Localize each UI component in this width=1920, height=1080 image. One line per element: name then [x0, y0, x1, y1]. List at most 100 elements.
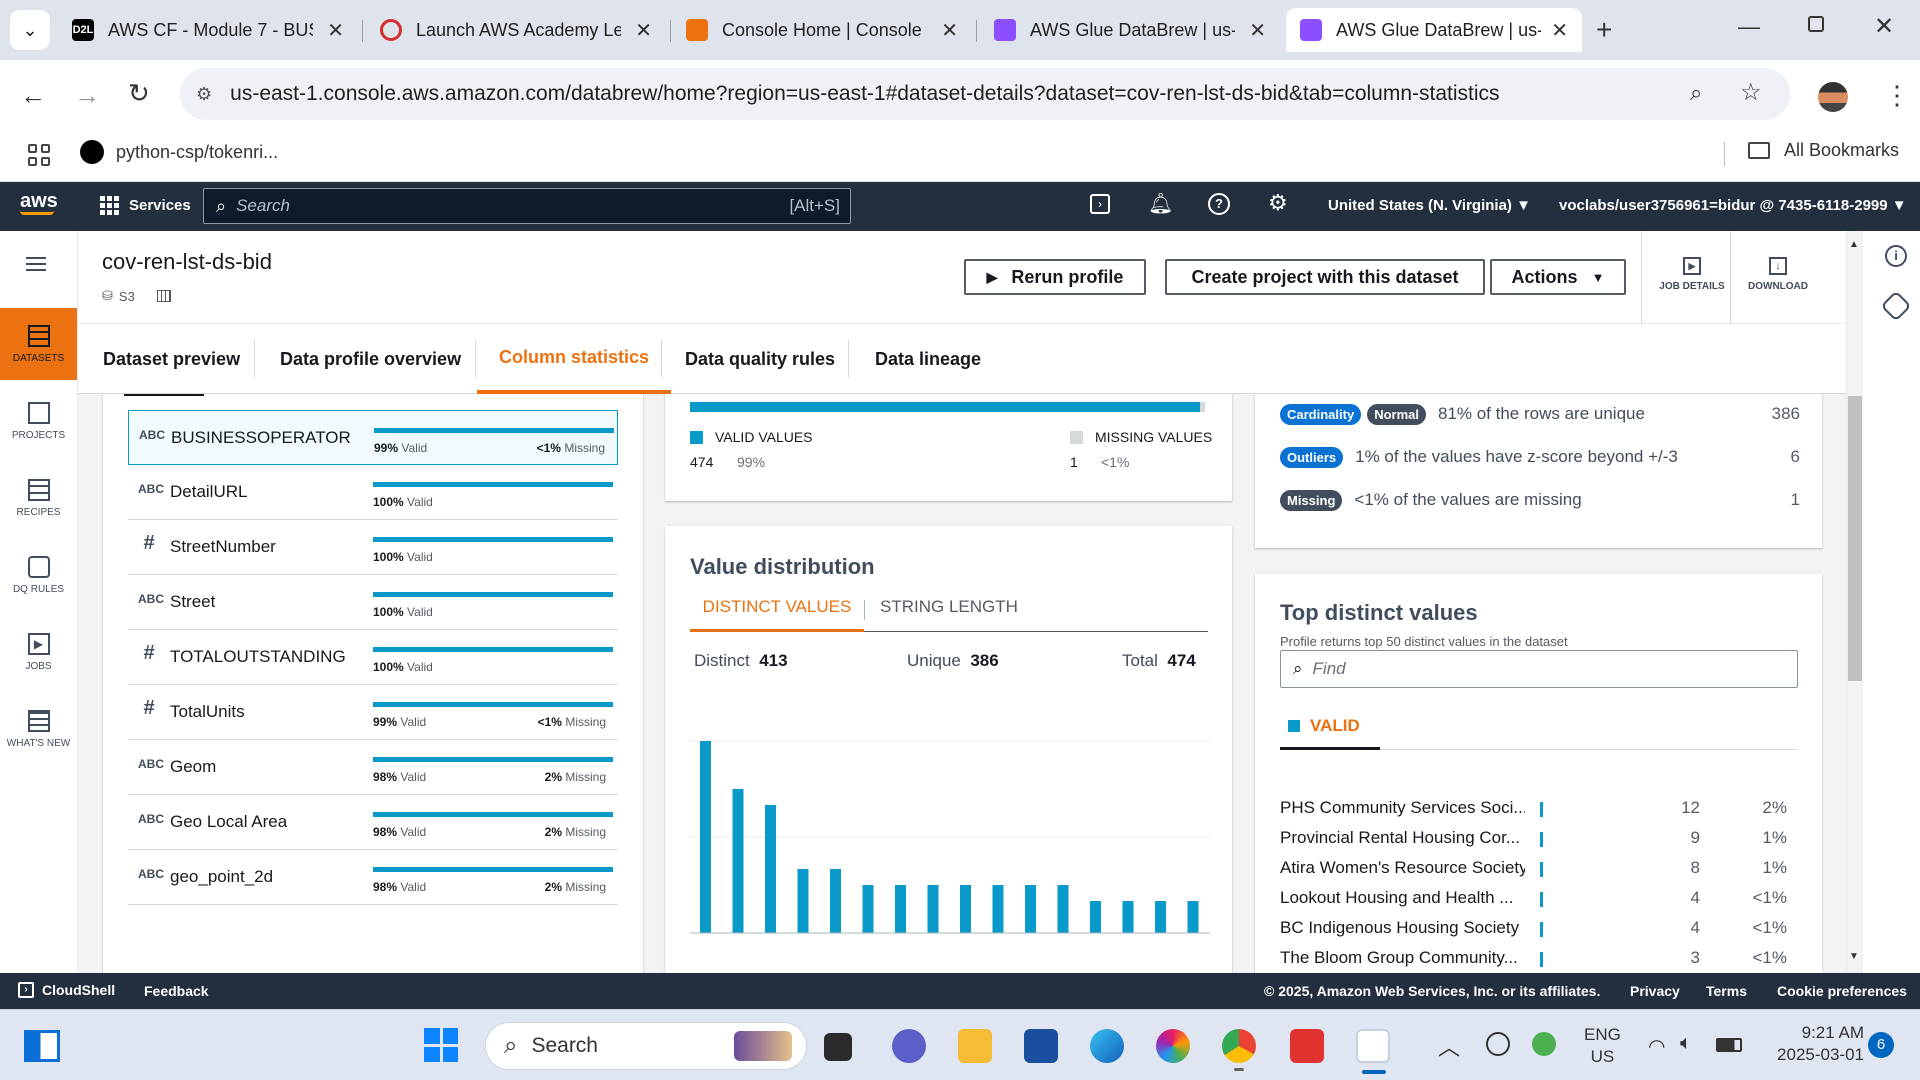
- job-details-button[interactable]: ▶ JOB DETAILS: [1652, 257, 1732, 292]
- edge-icon[interactable]: [1090, 1029, 1124, 1063]
- chart-bar[interactable]: [862, 885, 874, 933]
- tab-data-quality-rules[interactable]: Data quality rules: [685, 324, 835, 394]
- clock[interactable]: 9:21 AM 2025-03-01: [1764, 1022, 1864, 1066]
- tray-app-icon[interactable]: [1532, 1032, 1556, 1056]
- cloudshell-icon[interactable]: ›: [1090, 194, 1110, 214]
- sidebar-item-whats-new[interactable]: WHAT'S NEW: [0, 693, 77, 765]
- chart-bar[interactable]: [960, 885, 971, 933]
- restore-icon[interactable]: [1808, 16, 1824, 32]
- find-input[interactable]: ⌕ Find: [1280, 650, 1798, 688]
- back-icon[interactable]: ←: [20, 80, 46, 111]
- column-row[interactable]: ABC DetailURL 100% Valid: [128, 465, 618, 520]
- tab-d2l[interactable]: D2L AWS CF - Module 7 - BUS ✕: [58, 8, 358, 52]
- battery-icon[interactable]: [1716, 1038, 1742, 1052]
- chart-bar[interactable]: [1025, 885, 1036, 933]
- info-icon[interactable]: i: [1885, 245, 1907, 267]
- chart-bar[interactable]: [992, 885, 1004, 933]
- actions-dropdown[interactable]: Actions ▼: [1490, 259, 1626, 295]
- address-bar[interactable]: ⚙ us-east-1.console.aws.amazon.com/datab…: [180, 68, 1790, 120]
- privacy-link[interactable]: Privacy: [1630, 983, 1680, 999]
- tab-databrew-active[interactable]: AWS Glue DataBrew | us- ✕: [1286, 8, 1582, 52]
- chat-icon[interactable]: [892, 1029, 926, 1063]
- column-row[interactable]: ABC Geom 98% Valid 2% Missing: [128, 740, 618, 795]
- tab-distinct-values[interactable]: DISTINCT VALUES: [690, 592, 864, 632]
- forward-icon[interactable]: →: [74, 80, 100, 111]
- create-project-button[interactable]: Create project with this dataset: [1165, 259, 1485, 295]
- column-row[interactable]: # StreetNumber 100% Valid: [128, 520, 618, 575]
- tab-string-length[interactable]: STRING LENGTH: [880, 592, 1018, 622]
- office-icon[interactable]: [1290, 1029, 1324, 1063]
- close-icon[interactable]: ✕: [635, 18, 652, 43]
- bookmark-github[interactable]: python-csp/tokenri...: [80, 140, 278, 164]
- browser-menu-icon[interactable]: ⋮: [1884, 80, 1910, 111]
- distinct-value-row[interactable]: PHS Community Services Soci... 12 2%: [1280, 794, 1800, 824]
- new-tab-icon[interactable]: +: [1596, 14, 1612, 46]
- volume-icon[interactable]: 🔈︎: [1680, 1032, 1692, 1055]
- store-icon[interactable]: [1024, 1029, 1058, 1063]
- language-indicator[interactable]: ENG US: [1584, 1024, 1621, 1068]
- chart-bar[interactable]: [1057, 885, 1069, 933]
- sidebar-item-dq-rules[interactable]: DQ RULES: [0, 539, 77, 611]
- close-icon[interactable]: ✕: [327, 18, 344, 43]
- column-row[interactable]: # TOTALOUTSTANDING 100% Valid: [128, 630, 618, 685]
- bookmark-star-icon[interactable]: ☆: [1740, 78, 1762, 107]
- chart-bar[interactable]: [1122, 901, 1134, 933]
- widgets-icon[interactable]: [24, 1030, 60, 1062]
- chart-bar[interactable]: [732, 789, 744, 933]
- column-row[interactable]: ABC Geo Local Area 98% Valid 2% Missing: [128, 795, 618, 850]
- distinct-value-row[interactable]: Lookout Housing and Health ... 4 <1%: [1280, 884, 1800, 914]
- chart-bar[interactable]: [1155, 901, 1166, 933]
- sidebar-item-datasets[interactable]: DATASETS: [0, 308, 77, 380]
- taskbar-search[interactable]: ⌕ Search: [485, 1022, 807, 1070]
- tab-academy[interactable]: Launch AWS Academy Le ✕: [366, 8, 666, 52]
- hamburger-menu-icon[interactable]: [26, 257, 46, 271]
- region-selector[interactable]: United States (N. Virginia) ▼: [1328, 197, 1531, 214]
- chart-bar[interactable]: [797, 869, 809, 933]
- cookie-preferences-link[interactable]: Cookie preferences: [1777, 983, 1907, 999]
- column-row[interactable]: ABC Street 100% Valid: [128, 575, 618, 630]
- photos-icon[interactable]: [1156, 1029, 1190, 1063]
- tab-column-statistics[interactable]: Column statistics: [477, 324, 672, 394]
- tab-data-profile-overview[interactable]: Data profile overview: [280, 324, 461, 394]
- download-button[interactable]: ↓ DOWNLOAD: [1742, 257, 1814, 292]
- tab-databrew-1[interactable]: AWS Glue DataBrew | us- ✕: [980, 8, 1280, 52]
- close-window-icon[interactable]: ✕: [1874, 12, 1894, 41]
- account-menu[interactable]: voclabs/user3756961=bidur @ 7435-6118-29…: [1559, 197, 1907, 214]
- tab-data-lineage[interactable]: Data lineage: [875, 324, 981, 394]
- windows-start-icon[interactable]: [424, 1028, 458, 1062]
- distinct-value-row[interactable]: Atira Women's Resource Society 8 1%: [1280, 854, 1800, 884]
- close-icon[interactable]: ✕: [941, 18, 958, 43]
- snipping-tool-icon[interactable]: [1356, 1029, 1390, 1063]
- close-icon[interactable]: ✕: [1249, 18, 1266, 43]
- tab-dataset-preview[interactable]: Dataset preview: [103, 324, 240, 394]
- zoom-icon[interactable]: ⌕: [1690, 80, 1702, 106]
- wifi-icon[interactable]: ◠: [1648, 1034, 1665, 1059]
- sync-icon[interactable]: [1486, 1032, 1510, 1056]
- sidebar-item-projects[interactable]: PROJECTS: [0, 385, 77, 457]
- reload-icon[interactable]: ↻: [128, 78, 150, 109]
- minimize-icon[interactable]: —: [1738, 14, 1760, 40]
- feedback-shape-icon[interactable]: [1880, 290, 1912, 322]
- site-info-icon[interactable]: ⚙: [196, 84, 212, 105]
- file-explorer-icon[interactable]: [958, 1029, 992, 1063]
- all-bookmarks[interactable]: All Bookmarks: [1748, 140, 1899, 161]
- chart-bar[interactable]: [700, 741, 711, 933]
- chart-bar[interactable]: [830, 869, 841, 933]
- sidebar-item-jobs[interactable]: ▶ JOBS: [0, 616, 77, 688]
- feedback-link[interactable]: Feedback: [144, 983, 209, 999]
- distinct-value-row[interactable]: Provincial Rental Housing Cor... 9 1%: [1280, 824, 1800, 854]
- aws-search-input[interactable]: ⌕ Search [Alt+S]: [203, 188, 851, 224]
- page-scrollbar[interactable]: ▲ ▼: [1847, 231, 1863, 973]
- chart-bar[interactable]: [1090, 901, 1101, 933]
- sidebar-item-recipes[interactable]: RECIPES: [0, 462, 77, 534]
- column-row[interactable]: ABC geo_point_2d 98% Valid 2% Missing: [128, 850, 618, 905]
- tab-search-button[interactable]: ⌄: [10, 10, 50, 50]
- apps-icon[interactable]: [28, 144, 50, 166]
- notification-badge[interactable]: 6: [1868, 1032, 1894, 1058]
- chart-bar[interactable]: [895, 885, 906, 933]
- close-icon[interactable]: ✕: [1551, 18, 1568, 43]
- chrome-icon[interactable]: [1222, 1029, 1256, 1063]
- notifications-icon[interactable]: 🔔︎: [1148, 191, 1173, 216]
- column-row[interactable]: # TotalUnits 99% Valid <1% Missing: [128, 685, 618, 740]
- chart-bar[interactable]: [765, 805, 776, 933]
